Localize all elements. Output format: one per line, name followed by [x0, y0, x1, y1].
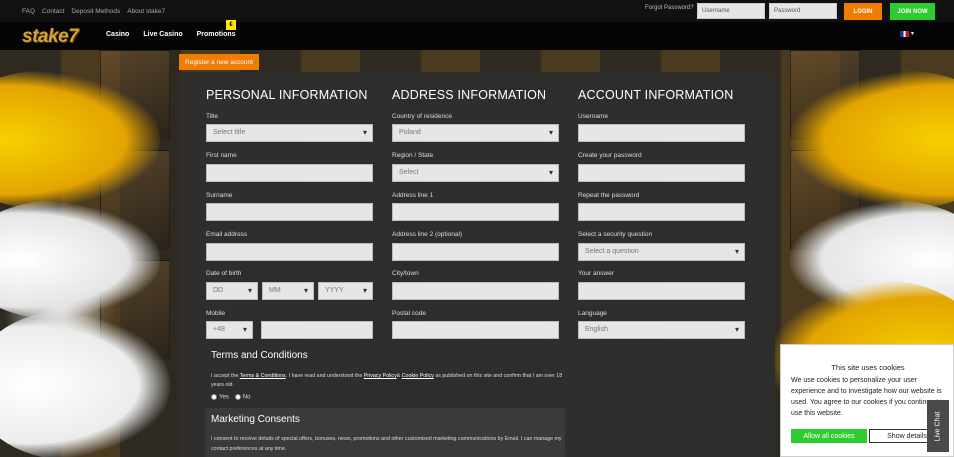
marketing-text: I consent to receive details of special … [211, 436, 562, 452]
create-password-label: Create your password [578, 152, 642, 159]
username-field[interactable] [578, 124, 745, 142]
top-links: FAQ Contact Deposit Methods About stake7 [22, 8, 165, 15]
mobile-number-field[interactable] [261, 321, 373, 339]
country-label: Country of residence [392, 113, 452, 120]
postal-code-field[interactable] [392, 321, 559, 339]
country-select[interactable]: Poland [392, 124, 559, 142]
stake7-logo[interactable]: stake7 [22, 26, 79, 48]
address-information-section: ADDRESS INFORMATION [392, 72, 562, 102]
personal-information-section: PERSONAL INFORMATION [206, 72, 376, 102]
nav-menu: Casino Live Casino Promotions [106, 31, 236, 38]
main-nav: stake7 Casino Live Casino Promotions [0, 22, 954, 50]
privacy-policy-link[interactable]: Privacy Policy [364, 373, 397, 379]
username-label: Username [578, 113, 608, 120]
terms-yes-label: Yes [219, 394, 229, 401]
surname-label: Surname [206, 192, 233, 199]
region-label: Region / State [392, 152, 434, 159]
live-chat-button[interactable]: Live Chat [927, 400, 949, 452]
city-field[interactable] [392, 282, 559, 300]
region-select[interactable]: Select [392, 164, 559, 182]
contact-link[interactable]: Contact [42, 8, 64, 15]
forgot-password-link[interactable]: Forgot Password? [645, 5, 694, 11]
postal-code-label: Postal code [392, 310, 426, 317]
account-heading: ACCOUNT INFORMATION [578, 88, 734, 102]
address-line2-label: Address line 2 (optional) [392, 231, 463, 238]
top-bar: FAQ Contact Deposit Methods About stake7… [0, 0, 954, 22]
city-label: City/town [392, 270, 419, 277]
repeat-password-label: Repeat the password [578, 192, 640, 199]
nav-live-casino[interactable]: Live Casino [143, 31, 182, 38]
dob-day-select[interactable]: DD [206, 282, 258, 300]
dob-label: Date of birth [206, 270, 242, 277]
title-label: Title [206, 113, 219, 120]
terms-title: Terms and Conditions [211, 350, 308, 361]
create-password-field[interactable] [578, 164, 745, 182]
register-account-tab[interactable]: Register a new account [179, 54, 259, 70]
radio-icon[interactable] [211, 394, 217, 400]
login-password-input[interactable]: Password [769, 3, 837, 19]
address-line1-field[interactable] [392, 203, 559, 221]
account-information-section: ACCOUNT INFORMATION [578, 72, 748, 102]
terms-text: I accept the Terms & Conditions. I have … [211, 372, 563, 390]
nav-casino[interactable]: Casino [106, 31, 129, 38]
title-select[interactable]: Select title [206, 124, 373, 142]
chevron-down-icon[interactable]: ▾ [911, 30, 914, 37]
dob-year-select[interactable]: YYYY [318, 282, 373, 300]
terms-text-before: I accept the [211, 373, 240, 379]
login-username-input[interactable]: Username [697, 3, 765, 19]
terms-no-label: No [242, 394, 251, 401]
dob-month-select[interactable]: MM [262, 282, 314, 300]
cookie-policy-link[interactable]: Cookie Policy [402, 373, 434, 379]
faq-link[interactable]: FAQ [22, 8, 35, 15]
address-line1-label: Address line 1 [392, 192, 434, 199]
terms-no-option[interactable]: No [234, 394, 251, 401]
radio-icon[interactable] [234, 394, 241, 400]
language-label: Language [578, 310, 607, 317]
login-button[interactable]: LOGIN [844, 3, 882, 20]
security-question-label: Select a security question [578, 231, 653, 238]
terms-radio-group: Yes No [211, 394, 250, 401]
uk-flag-icon[interactable] [900, 31, 909, 37]
address-line2-field[interactable] [392, 243, 559, 261]
live-chat-label: Live Chat [934, 411, 942, 441]
surname-field[interactable] [206, 203, 373, 221]
repeat-password-field[interactable] [578, 203, 745, 221]
email-label: Email address [206, 231, 248, 238]
nav-promotions[interactable]: Promotions [197, 31, 236, 38]
about-link[interactable]: About stake7 [127, 8, 165, 15]
mobile-label: Mobile [206, 310, 226, 317]
cookie-title: This site uses cookies [831, 363, 905, 372]
address-heading: ADDRESS INFORMATION [392, 88, 547, 102]
answer-label: Your answer [578, 270, 614, 277]
first-name-field[interactable] [206, 164, 373, 182]
join-now-button[interactable]: JOIN NOW [890, 3, 935, 20]
marketing-title: Marketing Consents [211, 414, 300, 425]
terms-text-mid: . I have read and understood the [285, 373, 364, 379]
deposit-methods-link[interactable]: Deposit Methods [71, 8, 120, 15]
first-name-label: First name [206, 152, 237, 159]
personal-heading: PERSONAL INFORMATION [206, 88, 368, 102]
language-select[interactable]: English [578, 321, 745, 339]
promotions-badge: € [226, 20, 236, 30]
terms-link[interactable]: Terms & Conditions [240, 373, 286, 379]
mobile-prefix-select[interactable]: +48 [206, 321, 253, 339]
email-field[interactable] [206, 243, 373, 261]
security-question-select[interactable]: Select a question [578, 243, 745, 261]
answer-field[interactable] [578, 282, 745, 300]
allow-all-cookies-button[interactable]: Allow all cookies [791, 429, 867, 443]
terms-yes-option[interactable]: Yes [211, 394, 229, 401]
